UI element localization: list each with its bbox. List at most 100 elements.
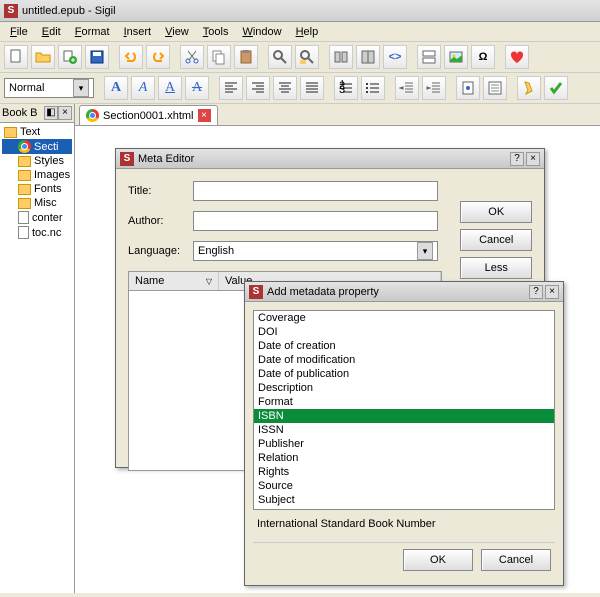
open-button[interactable]: [31, 45, 55, 69]
style-combo[interactable]: Normal ▾: [4, 78, 94, 98]
property-item[interactable]: ISSN: [254, 423, 554, 437]
close-icon[interactable]: ×: [526, 152, 540, 166]
toolbar-main: <> Ω: [0, 42, 600, 73]
validate-button[interactable]: [544, 76, 568, 100]
tree-label: toc.nc: [32, 227, 61, 239]
replace-button[interactable]: [295, 45, 319, 69]
tree-item[interactable]: Fonts: [2, 182, 72, 196]
tree-item[interactable]: Text: [2, 125, 72, 139]
app-icon: S: [4, 4, 18, 18]
code-view-button[interactable]: <>: [383, 45, 407, 69]
italic-button[interactable]: A: [131, 76, 155, 100]
metadata-button[interactable]: [456, 76, 480, 100]
property-item[interactable]: Relation: [254, 451, 554, 465]
style-combo-value: Normal: [9, 82, 44, 94]
indent-button[interactable]: [422, 76, 446, 100]
list-num-button[interactable]: 123: [334, 76, 358, 100]
tree-item[interactable]: conter: [2, 210, 72, 225]
toc-button[interactable]: [483, 76, 507, 100]
folder-icon: [18, 170, 31, 181]
property-item[interactable]: Subject: [254, 493, 554, 507]
tree-item[interactable]: Misc: [2, 196, 72, 210]
split-view-button[interactable]: [356, 45, 380, 69]
tree-item[interactable]: Styles: [2, 154, 72, 168]
cancel-button[interactable]: Cancel: [481, 549, 551, 571]
menu-window[interactable]: Window: [236, 24, 287, 40]
list-bullet-button[interactable]: [361, 76, 385, 100]
property-item[interactable]: Date of modification: [254, 353, 554, 367]
paste-button[interactable]: [234, 45, 258, 69]
property-item[interactable]: Format: [254, 395, 554, 409]
author-input[interactable]: [193, 211, 438, 231]
underline-button[interactable]: A: [158, 76, 182, 100]
less-button[interactable]: Less: [460, 257, 532, 279]
file-icon: [18, 140, 31, 153]
strike-button[interactable]: A: [185, 76, 209, 100]
property-item[interactable]: Rights: [254, 465, 554, 479]
help-icon[interactable]: ?: [529, 285, 543, 299]
save-button[interactable]: [85, 45, 109, 69]
tab-close-icon[interactable]: ×: [198, 109, 211, 122]
menu-edit[interactable]: Edit: [36, 24, 67, 40]
ok-button[interactable]: OK: [403, 549, 473, 571]
file-tab[interactable]: Section0001.xhtml ×: [79, 105, 218, 125]
outdent-button[interactable]: [395, 76, 419, 100]
folder-icon: [18, 184, 31, 195]
add-file-button[interactable]: [58, 45, 82, 69]
dialog-title: Meta Editor: [138, 153, 194, 165]
help-icon[interactable]: ?: [510, 152, 524, 166]
language-value: English: [198, 245, 234, 257]
copy-button[interactable]: [207, 45, 231, 69]
cancel-button[interactable]: Cancel: [460, 229, 532, 251]
redo-button[interactable]: [146, 45, 170, 69]
menubar: FileEditFormatInsertViewToolsWindowHelp: [0, 22, 600, 42]
tree-item[interactable]: toc.nc: [2, 225, 72, 240]
align-right-button[interactable]: [246, 76, 270, 100]
property-item[interactable]: Source: [254, 479, 554, 493]
property-item[interactable]: Description: [254, 381, 554, 395]
tree-item[interactable]: Secti: [2, 139, 72, 154]
property-item[interactable]: Coverage: [254, 311, 554, 325]
property-item[interactable]: Publisher: [254, 437, 554, 451]
clean-button[interactable]: [517, 76, 541, 100]
menu-view[interactable]: View: [159, 24, 195, 40]
donate-button[interactable]: [505, 45, 529, 69]
special-char-button[interactable]: Ω: [471, 45, 495, 69]
close-icon[interactable]: ×: [545, 285, 559, 299]
book-view-button[interactable]: [329, 45, 353, 69]
find-button[interactable]: [268, 45, 292, 69]
align-left-button[interactable]: [219, 76, 243, 100]
property-item[interactable]: Date of creation: [254, 339, 554, 353]
menu-tools[interactable]: Tools: [197, 24, 235, 40]
property-item[interactable]: DOI: [254, 325, 554, 339]
bold-button[interactable]: A: [104, 76, 128, 100]
ok-button[interactable]: OK: [460, 201, 532, 223]
window-titlebar: S untitled.epub - Sigil: [0, 0, 600, 22]
chevron-down-icon[interactable]: ▾: [73, 79, 89, 97]
menu-file[interactable]: File: [4, 24, 34, 40]
property-item[interactable]: Date of publication: [254, 367, 554, 381]
language-label: Language:: [128, 245, 193, 257]
tree-item[interactable]: Images: [2, 168, 72, 182]
menu-insert[interactable]: Insert: [118, 24, 158, 40]
insert-image-button[interactable]: [444, 45, 468, 69]
align-justify-button[interactable]: [300, 76, 324, 100]
new-button[interactable]: [4, 45, 28, 69]
cut-button[interactable]: [180, 45, 204, 69]
toolbar-format: Normal ▾ A A A A 123: [0, 73, 600, 104]
dialog-title: Add metadata property: [267, 286, 379, 298]
book-browser: Book B ◧ × TextSectiStylesImagesFontsMis…: [0, 104, 75, 593]
title-input[interactable]: [193, 181, 438, 201]
menu-format[interactable]: Format: [69, 24, 116, 40]
undo-button[interactable]: [119, 45, 143, 69]
split-button[interactable]: [417, 45, 441, 69]
sidebar-close-icon[interactable]: ×: [58, 106, 72, 120]
property-list[interactable]: CoverageDOIDate of creationDate of modif…: [253, 310, 555, 510]
align-center-button[interactable]: [273, 76, 297, 100]
sidebar-mode-icon[interactable]: ◧: [44, 106, 58, 120]
menu-help[interactable]: Help: [290, 24, 325, 40]
language-combo[interactable]: English ▾: [193, 241, 438, 261]
property-item[interactable]: ISBN: [254, 409, 554, 423]
chevron-down-icon[interactable]: ▾: [417, 242, 433, 260]
folder-icon: [4, 127, 17, 138]
